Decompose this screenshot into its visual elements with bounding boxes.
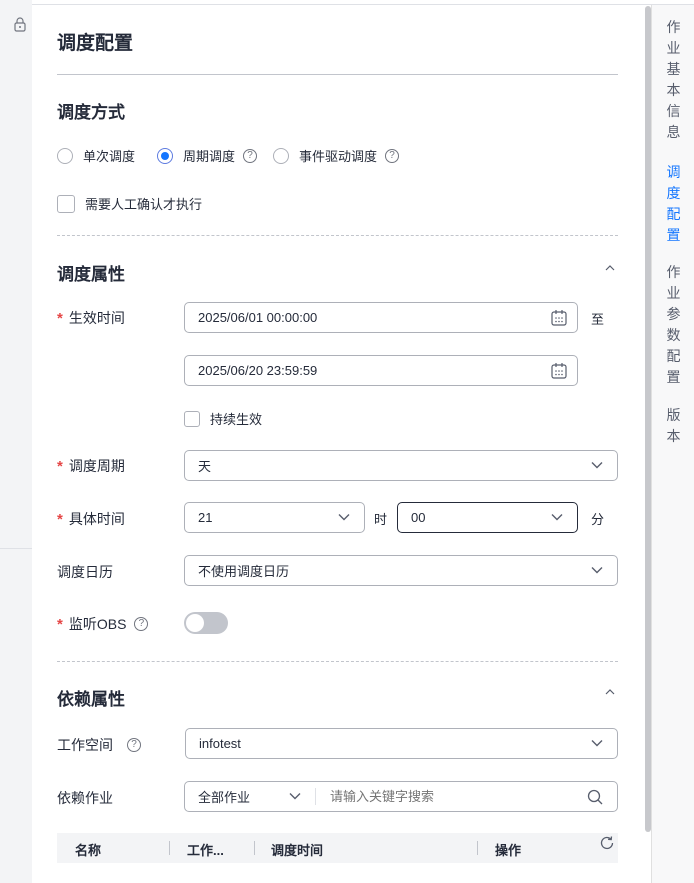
manual-confirm-box[interactable] <box>57 194 75 213</box>
nav-schedule-config[interactable]: 调度配置 <box>652 162 694 246</box>
listen-obs-toggle[interactable] <box>184 612 228 634</box>
dep-job-search-input[interactable] <box>328 788 572 805</box>
permanent-label: 持续生效 <box>210 412 263 427</box>
nav-job-params[interactable]: 作业参数配置 <box>652 262 694 388</box>
minute-select[interactable]: 00 <box>397 502 578 533</box>
radio-once-label: 单次调度 <box>83 149 136 164</box>
specific-time-label: * 具体时间 <box>57 509 125 529</box>
end-time-input[interactable]: 2025/06/20 23:59:59 <box>184 355 578 386</box>
workspace-value: infotest <box>199 736 241 751</box>
dep-job-label: 依赖作业 <box>57 790 113 806</box>
chevron-down-icon <box>591 567 603 574</box>
lock-icon[interactable] <box>12 16 28 32</box>
nav-version[interactable]: 版本 <box>652 405 694 447</box>
section-divider <box>57 661 618 662</box>
panel-title: 调度配置 <box>57 33 134 54</box>
chevron-down-icon <box>591 740 603 747</box>
col-actions: 操作 <box>495 843 522 858</box>
chevron-down-icon <box>551 514 563 521</box>
hour-select[interactable]: 21 <box>184 502 365 533</box>
section-divider <box>57 235 618 236</box>
help-icon[interactable]: ? <box>243 148 258 163</box>
dependency-props-heading: 依赖属性 <box>57 690 125 709</box>
nav-version-label: 版本 <box>666 407 681 444</box>
start-time-input[interactable]: 2025/06/01 00:00:00 <box>184 302 578 333</box>
calendar-value: 不使用调度日历 <box>198 564 290 579</box>
search-icon[interactable] <box>587 789 603 805</box>
workspace-select[interactable]: infotest <box>185 728 618 759</box>
filter-divider <box>315 788 316 805</box>
manual-confirm-checkbox[interactable]: 需要人工确认才执行 <box>57 194 202 213</box>
workspace-label: 工作空间 ? <box>57 735 141 755</box>
start-time-value: 2025/06/01 00:00:00 <box>198 310 318 325</box>
dep-job-filter-select[interactable]: 全部作业 <box>185 782 315 811</box>
manual-confirm-label: 需要人工确认才执行 <box>85 197 203 212</box>
col-name: 名称 <box>75 843 102 858</box>
permanent-checkbox[interactable]: 持续生效 <box>184 409 262 428</box>
radio-periodic[interactable]: 周期调度 ? <box>157 146 258 165</box>
refresh-icon[interactable] <box>598 834 616 852</box>
col-divider <box>477 841 478 855</box>
schedule-props-heading: 调度属性 <box>57 265 125 284</box>
calendar-icon[interactable] <box>551 362 567 379</box>
radio-once[interactable]: 单次调度 <box>57 146 135 165</box>
nav-job-params-label: 作业参数配置 <box>666 264 681 385</box>
cycle-label: * 调度周期 <box>57 456 125 476</box>
dep-job-search-group: 全部作业 <box>184 781 618 812</box>
nav-schedule-config-label: 调度配置 <box>666 164 681 243</box>
schedule-mode-radio-group: 单次调度 周期调度 ? 事件驱动调度 ? <box>57 146 400 165</box>
required-mark: * <box>57 457 63 475</box>
title-divider <box>57 74 618 75</box>
right-anchor-nav: 作业基本信息 调度配置 作业参数配置 版本 <box>651 5 694 883</box>
radio-event[interactable]: 事件驱动调度 ? <box>273 146 400 165</box>
radio-event-circle[interactable] <box>273 147 290 164</box>
col-schedule-time: 调度时间 <box>271 843 324 858</box>
specific-time-text: 具体时间 <box>68 511 125 527</box>
cycle-select[interactable]: 天 <box>184 450 618 481</box>
radio-once-circle[interactable] <box>57 147 73 164</box>
chevron-down-icon <box>591 462 603 469</box>
left-divider <box>0 548 32 549</box>
radio-event-label: 事件驱动调度 <box>299 149 378 164</box>
effective-time-text: 生效时间 <box>68 310 125 326</box>
calendar-label: 调度日历 <box>57 564 113 580</box>
col-divider <box>169 841 170 855</box>
col-divider <box>254 841 255 855</box>
listen-obs-text: 监听OBS <box>68 616 127 632</box>
cycle-text: 调度周期 <box>68 458 125 474</box>
radio-periodic-circle[interactable] <box>157 147 174 164</box>
required-mark: * <box>57 615 63 633</box>
help-icon[interactable]: ? <box>127 738 141 752</box>
required-mark: * <box>57 510 63 528</box>
help-icon[interactable]: ? <box>385 148 400 163</box>
chevron-down-icon <box>289 793 301 800</box>
dep-job-table-header: 名称 工作... 调度时间 操作 <box>57 833 618 863</box>
effective-time-label: * 生效时间 <box>57 308 125 328</box>
dep-job-filter-value: 全部作业 <box>198 790 251 805</box>
listen-obs-label: * 监听OBS ? <box>57 614 149 634</box>
calendar-select[interactable]: 不使用调度日历 <box>184 555 618 586</box>
end-time-value: 2025/06/20 23:59:59 <box>198 363 318 378</box>
hour-value: 21 <box>198 510 213 525</box>
schedule-mode-heading: 调度方式 <box>57 103 125 122</box>
cycle-value: 天 <box>198 459 212 474</box>
chevron-down-icon <box>338 514 350 521</box>
radio-periodic-label: 周期调度 <box>183 149 236 164</box>
hour-unit: 时 <box>374 512 388 527</box>
permanent-box[interactable] <box>184 410 200 427</box>
calendar-icon[interactable] <box>551 309 567 326</box>
help-icon[interactable]: ? <box>134 617 149 631</box>
to-label: 至 <box>591 312 605 327</box>
nav-basic-info-label: 作业基本信息 <box>666 19 681 140</box>
workspace-text: 工作空间 <box>57 737 113 753</box>
chevron-up-icon[interactable] <box>604 262 616 274</box>
left-strip <box>0 0 32 883</box>
chevron-up-icon[interactable] <box>604 686 616 698</box>
minute-unit: 分 <box>591 512 605 527</box>
col-workspace: 工作... <box>187 843 224 858</box>
required-mark: * <box>57 309 63 327</box>
nav-basic-info[interactable]: 作业基本信息 <box>652 17 694 143</box>
minute-value: 00 <box>411 510 426 525</box>
